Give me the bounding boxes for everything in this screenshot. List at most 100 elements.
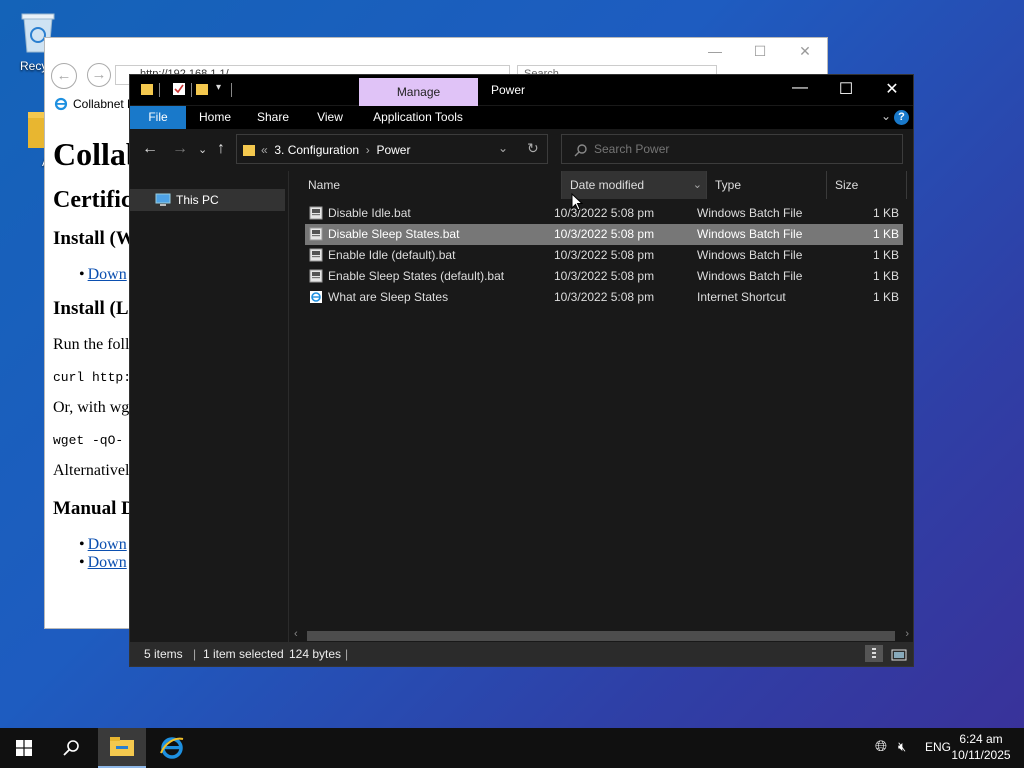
new-folder-icon[interactable] bbox=[195, 82, 209, 96]
tab-view[interactable]: View bbox=[305, 106, 355, 129]
nav-item-this-pc[interactable]: This PC bbox=[130, 189, 285, 211]
clock-time: 6:24 am bbox=[959, 732, 1003, 746]
qa-divider bbox=[231, 83, 232, 97]
clock[interactable]: 6:24 am 10/11/2025 bbox=[946, 731, 1016, 763]
taskbar-internet-explorer[interactable] bbox=[148, 728, 196, 768]
close-button[interactable]: ✕ bbox=[869, 79, 915, 99]
forward-arrow-icon[interactable]: → bbox=[172, 140, 188, 158]
internet-explorer-icon bbox=[160, 737, 184, 759]
ribbon-expand-chevron-icon[interactable]: ⌄ bbox=[881, 109, 891, 123]
download-link[interactable]: Down bbox=[88, 554, 127, 571]
selection-size: 124 bytes bbox=[289, 647, 342, 661]
maximize-button[interactable]: ☐ bbox=[823, 79, 869, 99]
column-header-type[interactable]: Type bbox=[707, 171, 827, 199]
search-icon bbox=[63, 740, 79, 756]
back-arrow-icon[interactable]: ← bbox=[142, 140, 158, 158]
breadcrumb-item[interactable]: 3. Configuration bbox=[274, 143, 359, 157]
manage-contextual-tab[interactable]: Manage bbox=[359, 78, 478, 106]
file-row[interactable]: What are Sleep States 10/3/2022 5:08 pm In… bbox=[305, 287, 903, 308]
this-pc-icon bbox=[155, 193, 171, 206]
download-link[interactable]: Down bbox=[88, 536, 127, 553]
batch-file-icon bbox=[309, 206, 323, 220]
file-explorer-window[interactable]: ▾ Manage Power — ☐ ✕ File Home Share Vie… bbox=[129, 74, 914, 667]
minimize-button[interactable]: — bbox=[777, 79, 823, 97]
start-button[interactable] bbox=[0, 728, 48, 768]
tab-home[interactable]: Home bbox=[190, 106, 240, 129]
search-icon bbox=[574, 144, 587, 157]
file-type: Internet Shortcut bbox=[697, 290, 786, 304]
scroll-left-icon[interactable]: ‹ bbox=[294, 628, 298, 640]
ie-logo-icon bbox=[54, 97, 68, 111]
file-name: Disable Sleep States.bat bbox=[328, 227, 460, 241]
large-icons-view-icon bbox=[891, 649, 907, 661]
file-row[interactable]: Disable Sleep States.bat 10/3/2022 5:08 p… bbox=[305, 224, 903, 245]
file-date: 10/3/2022 5:08 pm bbox=[554, 269, 655, 283]
file-size: 1 KB bbox=[872, 227, 899, 241]
qa-divider bbox=[159, 83, 160, 97]
column-header-size[interactable]: Size bbox=[827, 171, 907, 199]
large-icons-view-button[interactable] bbox=[890, 647, 908, 664]
file-row[interactable]: Enable Idle (default).bat 10/3/2022 5:08 … bbox=[305, 245, 903, 266]
column-header-date-modified[interactable]: Date modified ⌄ bbox=[562, 171, 707, 199]
mouse-cursor-icon bbox=[571, 193, 583, 211]
help-icon[interactable]: ? bbox=[894, 110, 909, 125]
scroll-right-icon[interactable]: › bbox=[905, 628, 909, 640]
file-list: Name Date modified ⌄ Type Size Disable I… bbox=[290, 171, 913, 644]
address-bar[interactable]: « 3. Configuration › Power ⌄ ↻ bbox=[236, 134, 548, 164]
ie-back-button[interactable]: ← bbox=[51, 63, 77, 89]
item-count: 5 items bbox=[144, 647, 183, 661]
selection-count: 1 item selected bbox=[203, 647, 284, 661]
windows-logo-icon bbox=[16, 740, 32, 756]
network-icon[interactable]: 🌐︎ bbox=[875, 738, 887, 755]
nav-item-label: This PC bbox=[176, 193, 219, 207]
scrollbar-thumb[interactable] bbox=[307, 631, 895, 641]
qa-divider bbox=[191, 83, 192, 97]
refresh-icon[interactable]: ↻ bbox=[527, 140, 539, 157]
status-divider: | bbox=[345, 647, 349, 661]
ie-minimize-button[interactable]: — bbox=[695, 43, 735, 59]
folder-icon bbox=[141, 84, 153, 95]
details-view-icon bbox=[872, 648, 876, 658]
file-date: 10/3/2022 5:08 pm bbox=[554, 206, 655, 220]
file-type: Windows Batch File bbox=[697, 269, 803, 283]
search-box[interactable] bbox=[561, 134, 903, 164]
up-arrow-icon[interactable]: ↑ bbox=[217, 140, 225, 158]
file-name: Disable Idle.bat bbox=[328, 206, 411, 220]
sort-chevron-icon[interactable]: ⌄ bbox=[693, 171, 702, 199]
volume-muted-icon[interactable]: 🔇︎ bbox=[898, 739, 906, 755]
taskbar-file-explorer[interactable] bbox=[98, 728, 146, 768]
ie-close-button[interactable]: ✕ bbox=[785, 43, 825, 60]
customize-qa-icon[interactable]: ▾ bbox=[216, 82, 221, 93]
file-type: Windows Batch File bbox=[697, 206, 803, 220]
tab-file[interactable]: File bbox=[130, 106, 186, 129]
column-header-name[interactable]: Name bbox=[300, 171, 562, 199]
ie-forward-button[interactable]: → bbox=[87, 63, 111, 87]
search-input[interactable] bbox=[592, 141, 892, 157]
file-name: Enable Sleep States (default).bat bbox=[328, 269, 505, 283]
window-title: Power bbox=[491, 83, 526, 97]
file-date: 10/3/2022 5:08 pm bbox=[554, 290, 655, 304]
internet-shortcut-icon bbox=[310, 291, 322, 303]
address-dropdown-icon[interactable]: ⌄ bbox=[498, 141, 508, 155]
breadcrumb-item[interactable]: Power bbox=[376, 143, 410, 157]
tab-share[interactable]: Share bbox=[248, 106, 298, 129]
tab-application-tools[interactable]: Application Tools bbox=[363, 106, 473, 129]
download-link[interactable]: Down bbox=[88, 266, 127, 283]
search-button[interactable] bbox=[48, 728, 96, 768]
file-name: What are Sleep States bbox=[328, 290, 449, 304]
batch-file-icon bbox=[309, 248, 323, 262]
taskbar: 🌐︎ 🔇︎ ENG 6:24 am 10/11/2025 bbox=[0, 728, 1024, 768]
folder-icon bbox=[243, 145, 255, 156]
details-view-button[interactable] bbox=[865, 645, 883, 662]
breadcrumb-separator: › bbox=[365, 143, 370, 157]
ie-maximize-button[interactable]: ☐ bbox=[740, 43, 780, 60]
file-row[interactable]: Enable Sleep States (default).bat 10/3/20… bbox=[305, 266, 903, 287]
batch-file-icon bbox=[309, 269, 323, 283]
properties-icon[interactable] bbox=[172, 82, 186, 96]
breadcrumb: « 3. Configuration › Power bbox=[261, 143, 410, 157]
file-size: 1 KB bbox=[872, 290, 899, 304]
recent-locations-chevron-icon[interactable]: ⌄ bbox=[198, 143, 207, 156]
explorer-titlebar[interactable]: ▾ Manage Power — ☐ ✕ bbox=[130, 75, 915, 106]
breadcrumb-overflow[interactable]: « bbox=[261, 143, 268, 157]
file-row[interactable]: Disable Idle.bat 10/3/2022 5:08 pm Windows… bbox=[305, 203, 903, 224]
